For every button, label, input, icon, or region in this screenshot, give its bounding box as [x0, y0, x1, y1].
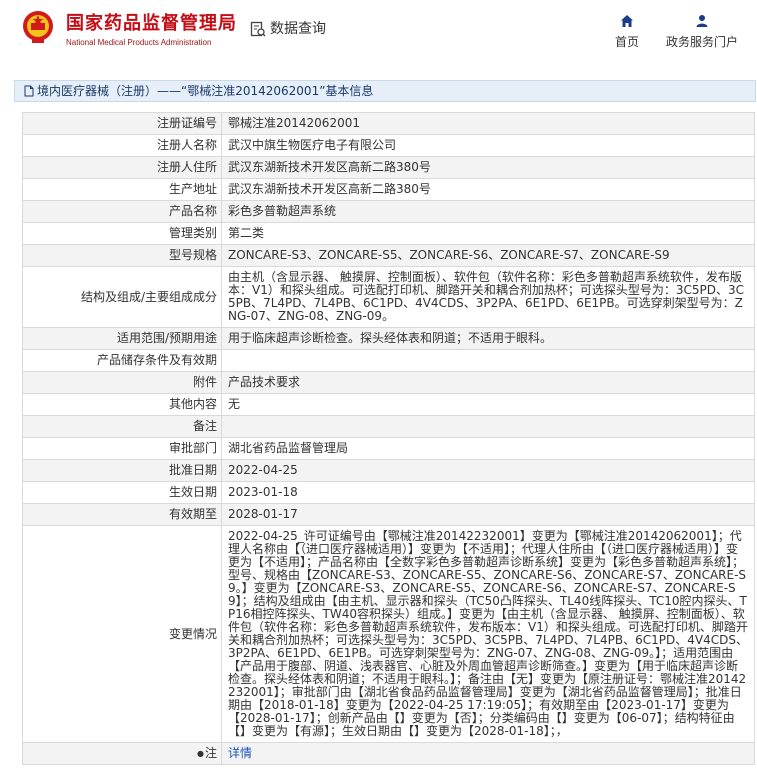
table-row: 注册证编号 鄂械注准20142062001 — [22, 112, 755, 135]
row-value: ZONCARE-S3、ZONCARE-S5、ZONCARE-S6、ZONCARE… — [221, 244, 755, 267]
table-row: 变更情况 2022-04-25_许可证编号由【鄂械注准20142232001】变… — [22, 525, 755, 743]
table-row: 注册人住所 武汉东湖新技术开发区高新二路380号 — [22, 156, 755, 179]
home-icon — [621, 15, 633, 27]
row-label: 变更情况 — [22, 525, 222, 743]
data-query-link[interactable]: 数据查询 — [250, 20, 326, 38]
row-label: 适用范围/预期用途 — [22, 327, 222, 350]
row-value: 2022-04-25_许可证编号由【鄂械注准20142232001】变更为【鄂械… — [221, 525, 755, 743]
national-emblem-icon — [23, 11, 53, 43]
table-row: 其他内容 无 — [22, 393, 755, 416]
nav-home[interactable]: 首页 — [614, 14, 640, 50]
table-row: 批准日期 2022-04-25 — [22, 459, 755, 482]
details-link[interactable]: 详情 — [228, 746, 252, 760]
row-label: 其他内容 — [22, 393, 222, 416]
table-row: 注册人名称 武汉中旗生物医疗电子有限公司 — [22, 134, 755, 157]
table-row: 生效日期 2023-01-18 — [22, 481, 755, 504]
row-label: 注册人名称 — [22, 134, 222, 157]
note-row-label: ●注 — [22, 742, 222, 765]
row-value: 第二类 — [221, 222, 755, 245]
row-label: 生产地址 — [22, 178, 222, 201]
nav-portal[interactable]: 政务服务门户 — [664, 14, 740, 50]
table-row: 产品储存条件及有效期 — [22, 349, 755, 372]
row-value: 2028-01-17 — [221, 503, 755, 526]
site-title-english: National Medical Products Administration — [66, 38, 212, 47]
user-icon — [696, 15, 708, 27]
row-label: 备注 — [22, 415, 222, 438]
table-row: 审批部门 湖北省药品监督管理局 — [22, 437, 755, 460]
table-row: 有效期至 2028-01-17 — [22, 503, 755, 526]
row-label: 结构及组成/主要组成成分 — [22, 266, 222, 328]
table-row: 管理类别 第二类 — [22, 222, 755, 245]
note-label: 注 — [204, 746, 217, 760]
row-label: 审批部门 — [22, 437, 222, 460]
breadcrumb: 境内医疗器械（注册）——“鄂械注准20142062001”基本信息 — [14, 80, 756, 102]
site-header: 国家药品监督管理局 National Medical Products Admi… — [0, 0, 757, 64]
row-value: 产品技术要求 — [221, 371, 755, 394]
row-value: 无 — [221, 393, 755, 416]
row-label: 有效期至 — [22, 503, 222, 526]
row-value — [221, 415, 755, 438]
note-row-value: 详情 — [221, 742, 755, 765]
row-label: 注册证编号 — [22, 112, 222, 135]
row-value: 湖北省药品监督管理局 — [221, 437, 755, 460]
table-row: 备注 — [22, 415, 755, 438]
table-row: 附件 产品技术要求 — [22, 371, 755, 394]
breadcrumb-text: 境内医疗器械（注册）——“鄂械注准20142062001”基本信息 — [37, 84, 374, 98]
detail-table: 注册证编号 鄂械注准20142062001 注册人名称 武汉中旗生物医疗电子有限… — [22, 112, 755, 765]
table-row: 产品名称 彩色多普勒超声系统 — [22, 200, 755, 223]
row-label: 附件 — [22, 371, 222, 394]
row-value: 2022-04-25 — [221, 459, 755, 482]
row-value: 武汉东湖新技术开发区高新二路380号 — [221, 178, 755, 201]
data-query-label: 数据查询 — [270, 21, 326, 37]
row-value: 武汉东湖新技术开发区高新二路380号 — [221, 156, 755, 179]
table-row: ●注 详情 — [22, 742, 755, 765]
row-label: 管理类别 — [22, 222, 222, 245]
nav-home-label: 首页 — [614, 35, 639, 49]
document-icon — [24, 85, 34, 97]
row-label: 生效日期 — [22, 481, 222, 504]
row-value: 用于临床超声诊断检查。探头经体表和阴道；不适用于眼科。 — [221, 327, 755, 350]
table-row: 生产地址 武汉东湖新技术开发区高新二路380号 — [22, 178, 755, 201]
row-value — [221, 349, 755, 372]
bullet-icon: ● — [197, 749, 204, 758]
row-label: 型号规格 — [22, 244, 222, 267]
table-row: 结构及组成/主要组成成分 由主机（含显示器、 触摸屏、控制面板）、软件包（软件名… — [22, 266, 755, 328]
row-value: 由主机（含显示器、 触摸屏、控制面板）、软件包（软件名称：彩色多普勒超声系统软件… — [221, 266, 755, 328]
row-value: 2023-01-18 — [221, 481, 755, 504]
row-value: 鄂械注准20142062001 — [221, 112, 755, 135]
data-query-icon — [250, 21, 266, 37]
row-label: 产品名称 — [22, 200, 222, 223]
nav-portal-label: 政务服务门户 — [665, 35, 738, 49]
row-label: 注册人住所 — [22, 156, 222, 179]
row-label: 产品储存条件及有效期 — [22, 349, 222, 372]
site-title[interactable]: 国家药品监督管理局 — [66, 13, 237, 35]
row-label: 批准日期 — [22, 459, 222, 482]
row-value: 武汉中旗生物医疗电子有限公司 — [221, 134, 755, 157]
table-row: 型号规格 ZONCARE-S3、ZONCARE-S5、ZONCARE-S6、ZO… — [22, 244, 755, 267]
row-value: 彩色多普勒超声系统 — [221, 200, 755, 223]
table-row: 适用范围/预期用途 用于临床超声诊断检查。探头经体表和阴道；不适用于眼科。 — [22, 327, 755, 350]
